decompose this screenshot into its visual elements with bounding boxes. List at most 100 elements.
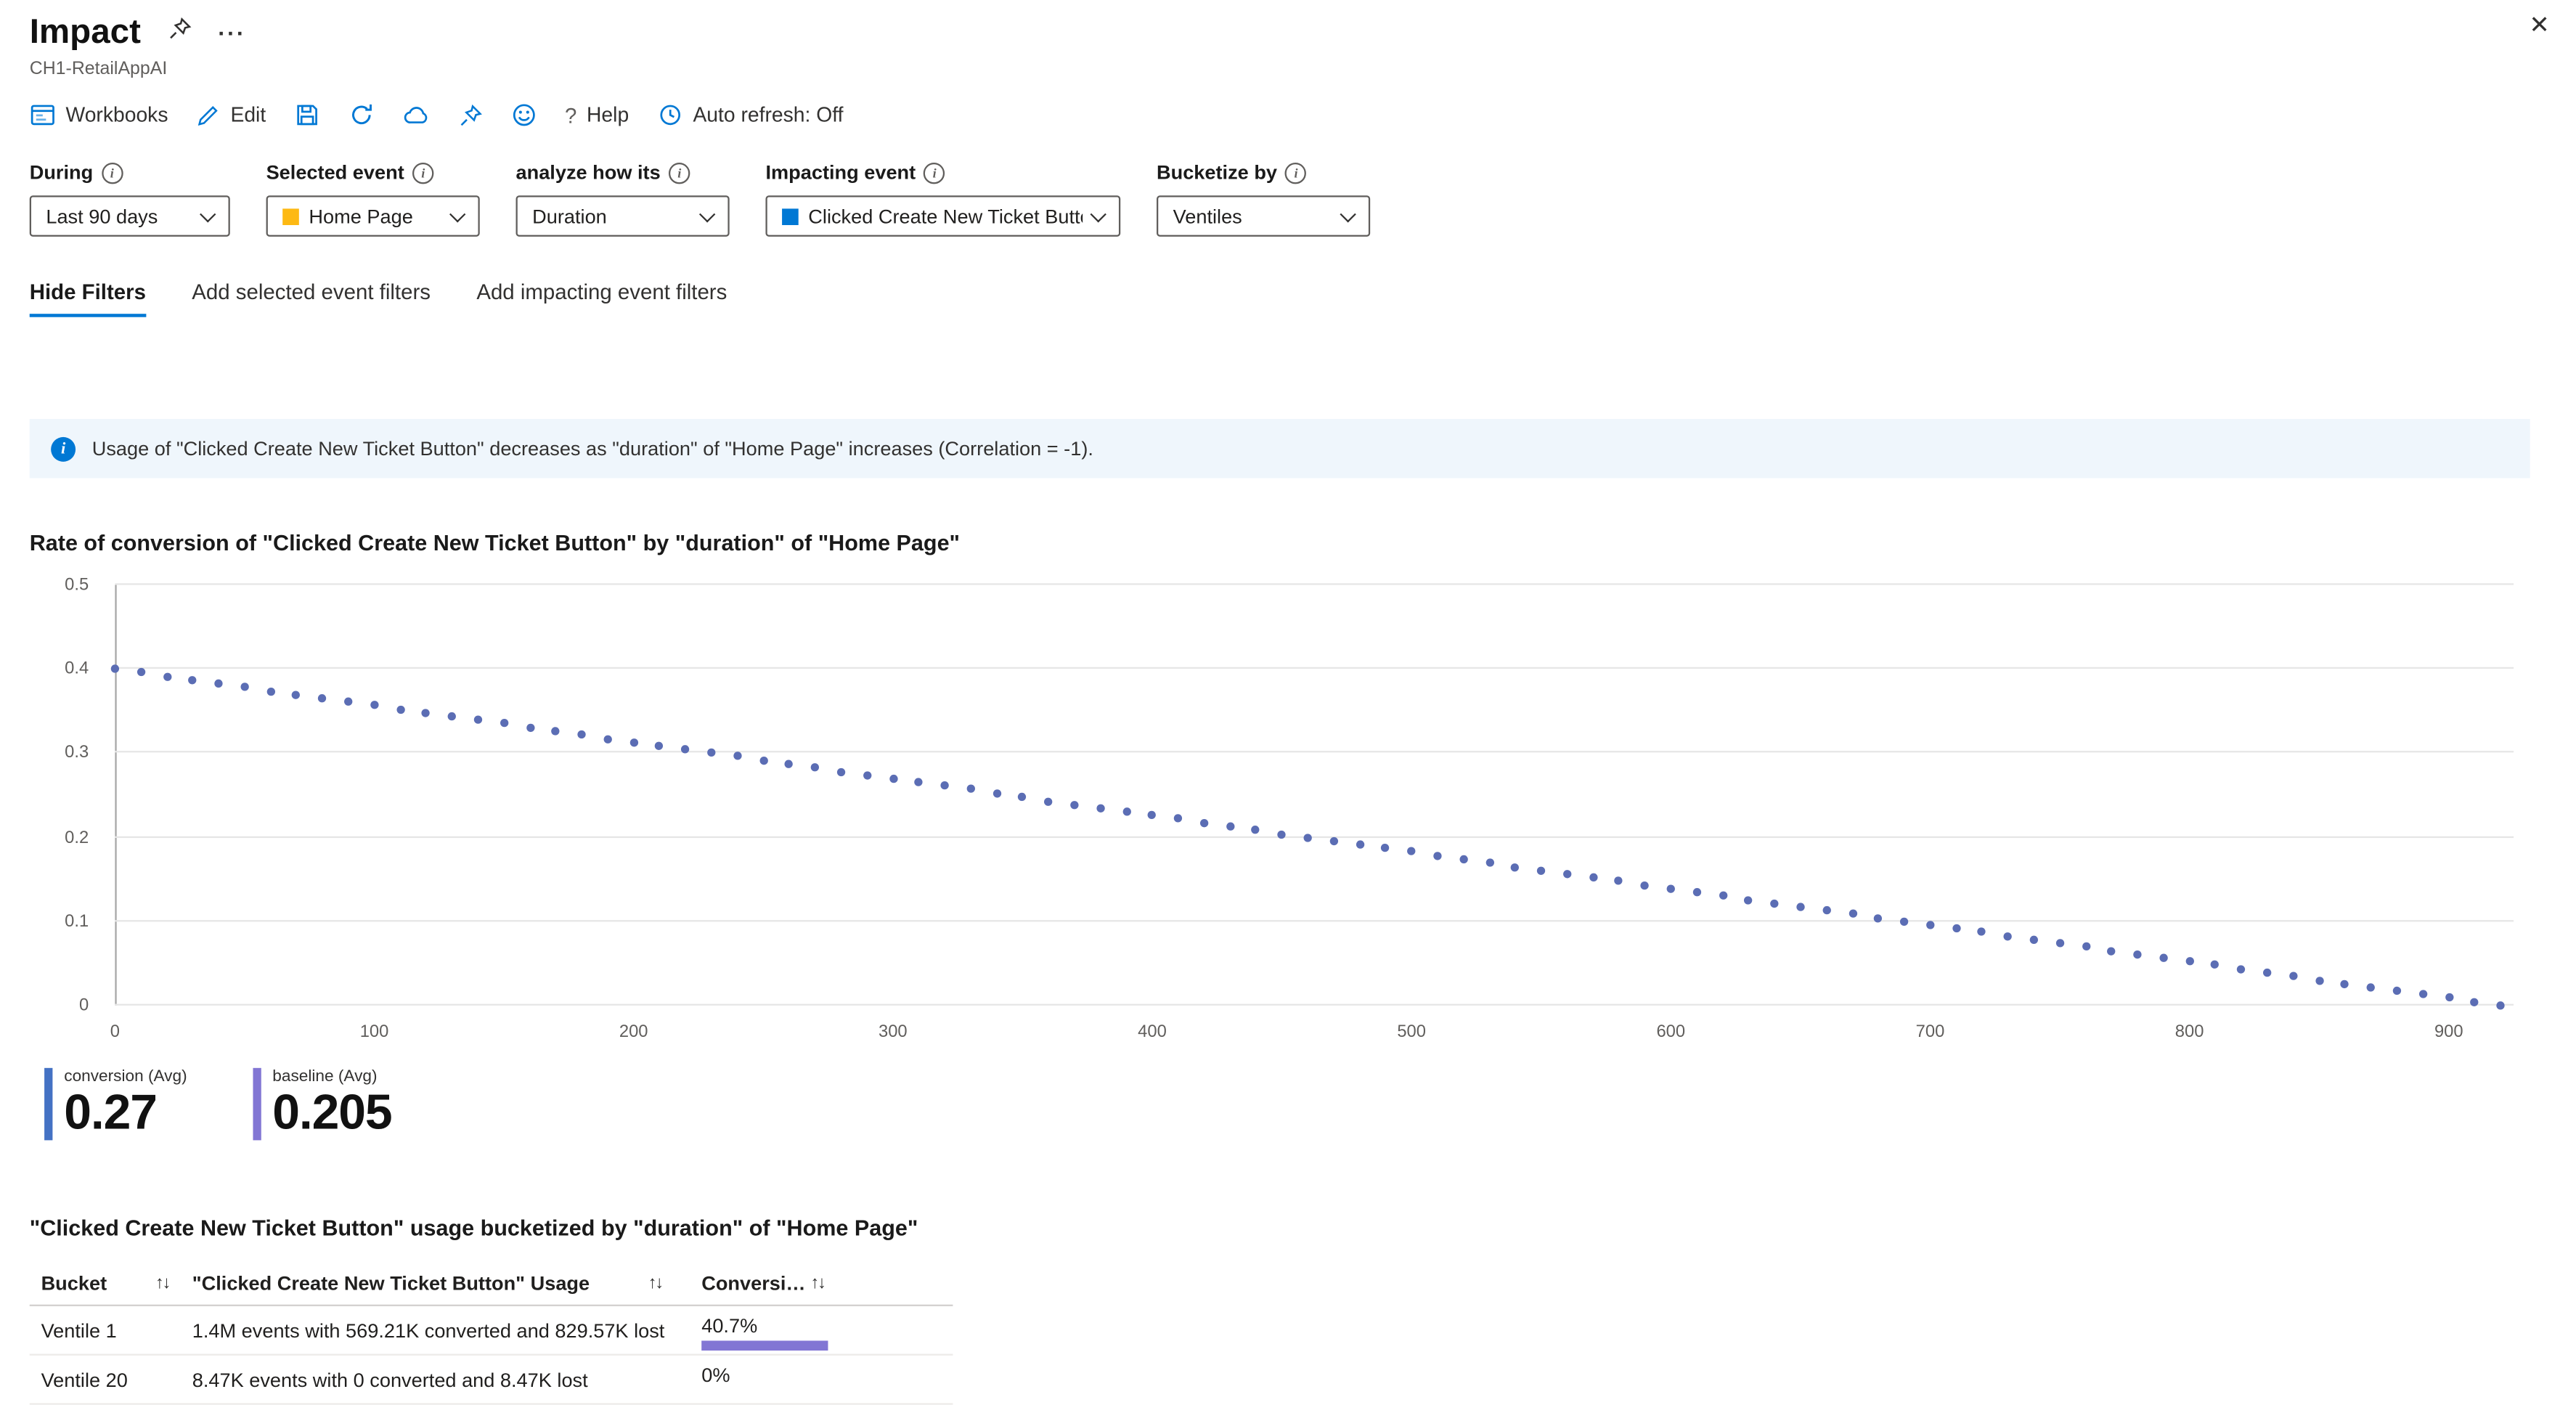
save-button[interactable] (294, 102, 320, 128)
scatter-dot (526, 724, 534, 732)
scatter-dot (1148, 811, 1156, 819)
tab-add-impacting-event-filters[interactable]: Add impacting event filters (476, 280, 727, 317)
insight-banner: Usage of "Clicked Create New Ticket Butt… (30, 419, 2530, 478)
column-header-bucket[interactable]: Bucket ↑↓ (30, 1271, 192, 1294)
scatter-dot (1745, 895, 1753, 903)
impacting-event-swatch (782, 208, 799, 224)
pin-title-button[interactable] (167, 17, 192, 49)
scatter-dot (1849, 910, 1856, 918)
scatter-dot (2082, 942, 2090, 950)
pin-to-dashboard-button[interactable] (458, 102, 483, 127)
impact-scatter-chart: 00.10.20.30.40.5 01002003004005006007008… (30, 575, 2530, 1055)
tab-add-selected-event-filters[interactable]: Add selected event filters (192, 280, 431, 317)
selected-event-dropdown[interactable]: Home Page (266, 195, 480, 237)
table-row[interactable]: Ventile 1 1.4M events with 569.21K conve… (30, 1306, 953, 1356)
title-actions: ··· (167, 17, 246, 49)
scatter-dot (2212, 961, 2220, 969)
bucketize-dropdown[interactable]: Ventiles (1157, 195, 1370, 237)
scatter-dot (1641, 881, 1649, 889)
scatter-dot (1978, 928, 1986, 936)
help-label: Help (587, 104, 629, 127)
scatter-dot (2004, 932, 2012, 940)
table-row[interactable]: Ventile 20 8.47K events with 0 converted… (30, 1356, 953, 1405)
impact-workbook-page: Impact ··· ✕ CH1-RetailAppAI (0, 0, 2576, 1344)
scatter-dot (2134, 950, 2142, 958)
workbooks-icon (30, 102, 56, 128)
scatter-dot (1796, 903, 1804, 911)
analyze-dropdown[interactable]: Duration (516, 195, 730, 237)
gridline (115, 920, 2514, 921)
feedback-button[interactable] (510, 102, 537, 128)
during-dropdown[interactable]: Last 90 days (30, 195, 230, 237)
x-tick-label: 800 (2175, 1022, 2204, 1041)
workbooks-button[interactable]: Workbooks (30, 102, 168, 128)
y-axis-labels: 00.10.20.30.40.5 (30, 585, 102, 1006)
scatter-dot (681, 746, 689, 754)
insight-text: Usage of "Clicked Create New Ticket Butt… (92, 437, 1093, 460)
refresh-button[interactable] (348, 102, 374, 128)
scatter-dot (1252, 826, 1260, 834)
scatter-dot (1382, 844, 1390, 852)
y-tick-label: 0.4 (65, 659, 89, 679)
gridline (115, 583, 2514, 585)
chevron-down-icon (200, 205, 216, 221)
scatter-dot (1667, 884, 1675, 892)
selected-event-label: Selected event (266, 161, 404, 184)
scatter-dot (1433, 852, 1441, 860)
column-header-usage[interactable]: "Clicked Create New Ticket Button" Usage… (192, 1271, 701, 1294)
conversion-bar (701, 1340, 828, 1351)
scatter-dot (189, 676, 197, 684)
bucketize-label: Bucketize by (1157, 161, 1277, 184)
chevron-down-icon (1090, 205, 1106, 221)
bucket-table: Bucket ↑↓ "Clicked Create New Ticket But… (30, 1261, 953, 1405)
x-tick-label: 400 (1138, 1022, 1167, 1041)
y-tick-label: 0.3 (65, 744, 89, 763)
scatter-dot (2108, 947, 2116, 955)
scatter-dot (2030, 936, 2038, 944)
parameter-bar: During Last 90 days Selected event Home … (30, 161, 2530, 237)
gridline (115, 752, 2514, 753)
scatter-dot (1459, 855, 1467, 863)
sort-icon: ↑↓ (810, 1273, 824, 1292)
scatter-dot (1511, 863, 1519, 871)
scatter-dot (1278, 830, 1286, 838)
cloud-button[interactable] (402, 102, 430, 128)
auto-refresh-button[interactable]: Auto refresh: Off (657, 102, 844, 128)
close-icon[interactable]: ✕ (2529, 10, 2549, 40)
chart-title: Rate of conversion of "Clicked Create Ne… (30, 531, 2530, 555)
scatter-dot (759, 757, 767, 765)
edit-button[interactable]: Edit (196, 102, 266, 127)
scatter-dot (2159, 953, 2167, 961)
scatter-dot (629, 738, 637, 746)
scatter-dot (370, 701, 378, 709)
analyze-label-row: analyze how its (516, 161, 730, 184)
tab-hide-filters[interactable]: Hide Filters (30, 280, 146, 317)
history-clock-icon (657, 102, 683, 128)
plot-area: 0100200300400500600700800900 (115, 585, 2514, 1006)
scatter-dot (1771, 899, 1779, 907)
selected-event-value: Home Page (309, 205, 441, 228)
gridline (115, 667, 2514, 669)
x-tick-label: 500 (1397, 1022, 1426, 1041)
scatter-dot (1304, 833, 1312, 841)
scatter-dot (2263, 969, 2271, 977)
more-options-icon[interactable]: ··· (218, 21, 245, 44)
usage-cell: 8.47K events with 0 converted and 8.47K … (192, 1368, 701, 1391)
scatter-dot (1563, 869, 1571, 877)
scatter-dot (318, 694, 326, 702)
help-icon: ? (565, 102, 576, 127)
bucket-cell: Ventile 1 (30, 1319, 192, 1342)
bucketize-value: Ventiles (1173, 205, 1332, 228)
column-header-conversion[interactable]: Conversi… ↑↓ (701, 1271, 953, 1294)
impacting-event-label: Impacting event (765, 161, 916, 184)
scatter-dot (2418, 990, 2426, 998)
impacting-event-dropdown[interactable]: Clicked Create New Ticket Button (765, 195, 1120, 237)
baseline-avg-value: 0.205 (272, 1086, 391, 1141)
scatter-dot (2237, 965, 2245, 973)
help-button[interactable]: ? Help (565, 102, 629, 127)
titlebar: Impact ··· ✕ (30, 13, 2530, 52)
scatter-dot (136, 668, 144, 676)
filter-links: Hide Filters Add selected event filters … (30, 280, 2530, 317)
scatter-dot (1874, 914, 1882, 922)
filter-group-selected-event: Selected event Home Page (266, 161, 480, 237)
